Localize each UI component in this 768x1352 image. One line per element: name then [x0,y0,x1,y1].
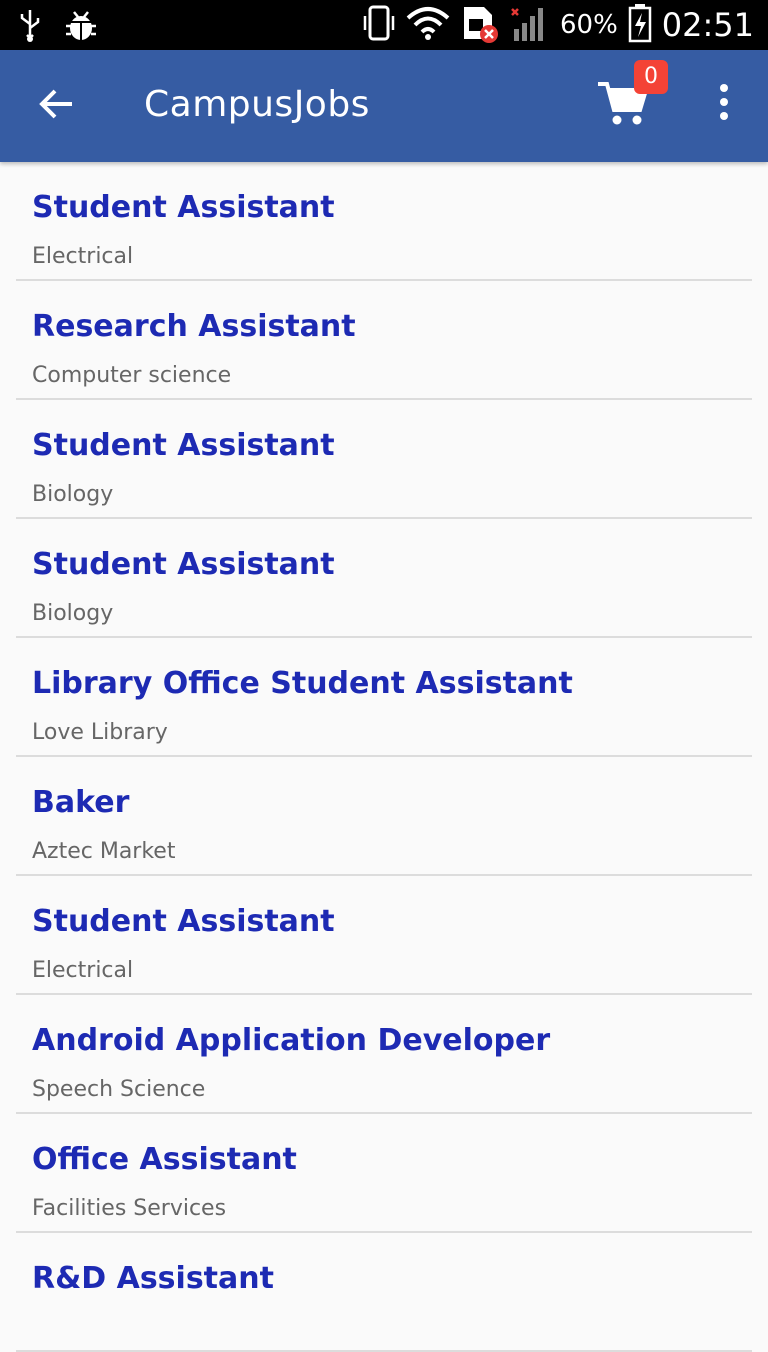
cart-icon [596,82,649,132]
battery-charging-icon [628,3,652,47]
job-department: Facilities Services [32,1196,227,1221]
job-list-item[interactable]: Student Assistant Electrical [16,162,752,281]
job-list-item[interactable]: Student Assistant Biology [16,400,752,519]
job-title: Student Assistant [32,904,335,939]
overflow-menu-button[interactable] [704,84,744,128]
job-department: Computer science [32,363,232,388]
job-department: Electrical [32,244,134,269]
job-title: Student Assistant [32,190,335,225]
job-department: Love Library [32,720,168,745]
overflow-menu-icon [720,84,728,120]
job-list-item[interactable]: Office Assistant Facilities Services [16,1114,752,1233]
job-title: Student Assistant [32,547,335,582]
job-list-item[interactable]: Baker Aztec Market [16,757,752,876]
job-title: R&D Assistant [32,1261,274,1296]
back-button[interactable] [28,78,84,134]
job-title: Student Assistant [32,428,335,463]
job-list-item[interactable]: R&D Assistant [16,1233,752,1352]
job-department: Biology [32,482,114,507]
job-list: Student Assistant Electrical Research Assi… [16,162,752,1352]
job-list-item[interactable]: Student Assistant Biology [16,519,752,638]
job-department: Aztec Market [32,839,176,864]
signal-icon [510,3,550,47]
status-bar: 60% 02:51 [0,0,768,50]
clock: 02:51 [661,6,754,44]
app-bar: CampusJobs 0 [0,50,768,162]
job-department: Speech Science [32,1077,206,1102]
job-list-item[interactable]: Android Application Developer Speech Scie… [16,995,752,1114]
wifi-icon [406,6,450,44]
job-department: Electrical [32,958,134,983]
debug-icon [64,8,98,46]
job-list-item[interactable]: Research Assistant Computer science [16,281,752,400]
job-title: Android Application Developer [32,1023,551,1058]
vibrate-icon [362,4,396,46]
usb-icon [18,8,42,46]
job-title: Office Assistant [32,1142,297,1177]
job-list-item[interactable]: Student Assistant Electrical [16,876,752,995]
job-title: Library Office Student Assistant [32,666,573,701]
cart-count-badge: 0 [634,60,668,94]
job-department: Biology [32,601,114,626]
back-arrow-icon [38,86,74,126]
battery-percent: 60% [559,10,618,40]
job-title: Baker [32,785,130,820]
app-title: CampusJobs [144,84,370,125]
sim-error-icon [460,3,500,47]
job-list-item[interactable]: Library Office Student Assistant Love Lib… [16,638,752,757]
job-title: Research Assistant [32,309,356,344]
